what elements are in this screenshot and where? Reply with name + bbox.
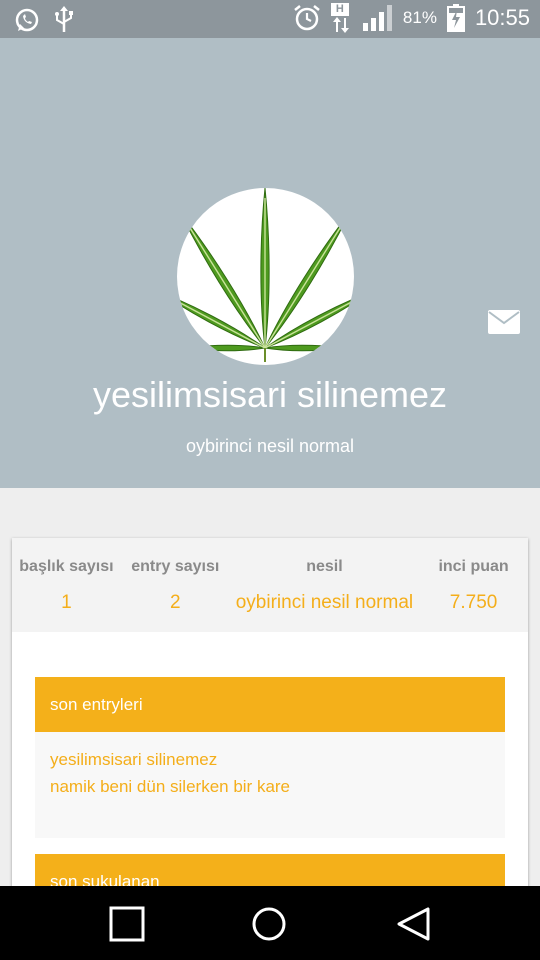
navigation-bar [0, 886, 540, 960]
home-button[interactable] [251, 906, 287, 942]
generation-label: oybirinci nesil normal [185, 436, 355, 456]
cannabis-leaf-avatar [177, 188, 354, 362]
list-item[interactable]: yesilimsisari silinemez [50, 746, 490, 773]
clock: 10:55 [474, 5, 530, 30]
stat-value: oybirinci nesil normal [235, 592, 414, 613]
signal-icon [362, 5, 392, 31]
stat-title-count[interactable]: başlık sayısı 1 [12, 538, 121, 632]
profile-card: başlık sayısı 1 entry sayısı 2 nesil oyb… [12, 538, 528, 909]
recent-entries-list: yesilimsisari silinemez namik beni dün s… [35, 732, 505, 838]
stat-inci-points[interactable]: inci puan 7.750 [419, 538, 528, 632]
stat-label: nesil [306, 558, 343, 575]
stat-label: entry sayısı [131, 558, 220, 575]
alarm-icon [294, 5, 320, 31]
recents-button[interactable] [109, 906, 145, 942]
data-arrows-icon [332, 17, 349, 33]
list-item[interactable]: namik beni dün silerken bir kare [50, 773, 490, 800]
battery-charging-icon [446, 4, 465, 32]
stat-generation[interactable]: nesil oybirinci nesil normal [230, 538, 419, 632]
back-button[interactable] [395, 906, 431, 942]
status-bar: H 81% 10:55 [0, 0, 540, 38]
stat-label: inci puan [438, 558, 509, 575]
whatsapp-icon [15, 8, 39, 32]
stat-value: 2 [170, 592, 181, 613]
network-type-indicator: H [330, 3, 353, 33]
stat-value: 1 [61, 592, 72, 613]
username: yesilimsisari silinemez [92, 374, 448, 415]
stat-label: başlık sayısı [19, 558, 114, 575]
profile-header: yesilimsisari silinemez oybirinci nesil … [0, 38, 540, 488]
battery-percent: 81% [402, 8, 437, 27]
usb-icon [55, 6, 73, 32]
avatar[interactable] [177, 188, 354, 365]
envelope-icon[interactable] [488, 310, 520, 334]
stat-entry-count[interactable]: entry sayısı 2 [121, 538, 230, 632]
stats-row: başlık sayısı 1 entry sayısı 2 nesil oyb… [12, 538, 528, 632]
stat-value: 7.750 [449, 592, 498, 613]
recent-entries-header[interactable]: son entryleri [35, 677, 505, 732]
